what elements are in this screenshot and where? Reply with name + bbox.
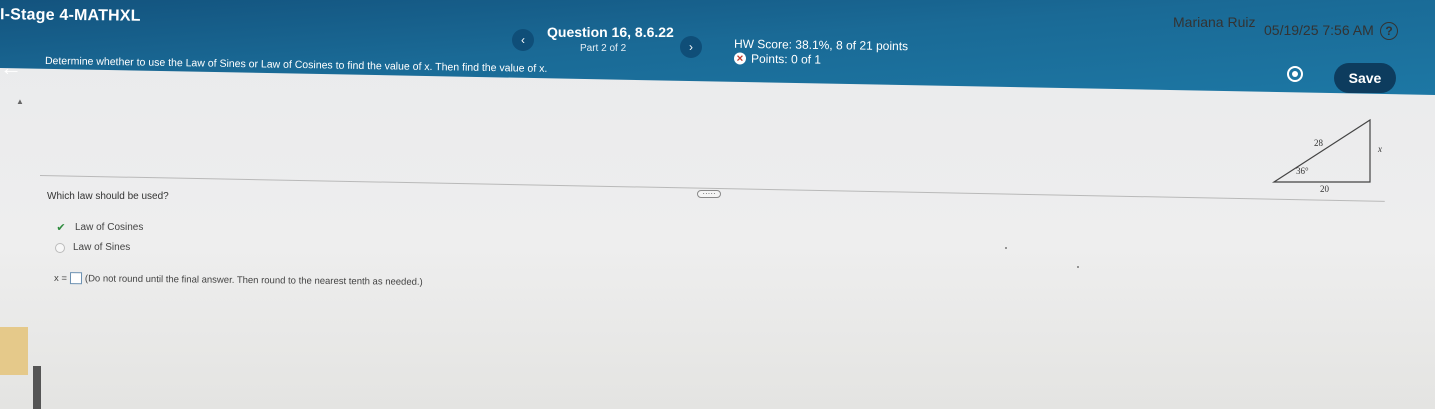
x-circle-icon: ✕ bbox=[733, 52, 747, 65]
answer-prefix: x = bbox=[53, 272, 67, 284]
side-label-20: 20 bbox=[1320, 184, 1330, 192]
side-tab[interactable] bbox=[0, 327, 28, 375]
option-law-of-cosines[interactable]: ✔ Law of Cosines bbox=[55, 221, 143, 234]
collapse-caret-icon[interactable]: ▲ bbox=[16, 97, 24, 106]
question-title: Question 16, 8.6.22 bbox=[547, 24, 674, 40]
app-title[interactable]: I-Stage 4-MATHXL bbox=[0, 6, 141, 25]
triangle-shape bbox=[1271, 118, 1371, 183]
option-law-of-sines[interactable]: Law of Sines bbox=[55, 242, 130, 253]
previous-question-button[interactable]: ‹ bbox=[512, 29, 534, 51]
answer-note: (Do not round until the final answer. Th… bbox=[84, 272, 423, 288]
help-icon[interactable]: ? bbox=[1380, 22, 1398, 40]
side-label-x: x bbox=[1377, 144, 1382, 154]
user-name: Mariana Ruiz bbox=[1173, 14, 1256, 30]
points-label: Points: 0 of 1 bbox=[750, 51, 822, 67]
answer-input[interactable] bbox=[69, 272, 82, 285]
answer-row: x = (Do not round until the final answer… bbox=[54, 272, 423, 288]
more-button[interactable]: ····· bbox=[697, 190, 721, 198]
points-row: ✕ Points: 0 of 1 bbox=[733, 51, 822, 67]
datetime: 05/19/25 7:56 AM bbox=[1264, 22, 1374, 38]
checkmark-icon: ✔ bbox=[56, 222, 66, 234]
speck bbox=[1077, 266, 1079, 268]
save-button[interactable]: Save bbox=[1334, 63, 1396, 93]
next-question-button[interactable]: › bbox=[680, 36, 702, 58]
option-label: Law of Sines bbox=[73, 242, 131, 253]
gear-icon[interactable] bbox=[1287, 66, 1303, 82]
question-part: Part 2 of 2 bbox=[580, 43, 627, 54]
speck bbox=[1005, 247, 1007, 249]
side-label-28: 28 bbox=[1314, 138, 1324, 148]
angle-label: 36° bbox=[1296, 166, 1309, 176]
scrollbar[interactable] bbox=[33, 366, 41, 409]
question-prompt: Which law should be used? bbox=[47, 191, 169, 202]
back-arrow-icon[interactable]: ← bbox=[0, 55, 22, 81]
option-label: Law of Cosines bbox=[75, 222, 144, 233]
radio-button[interactable] bbox=[55, 242, 65, 253]
triangle-figure: 28 x 20 36° bbox=[1271, 118, 1382, 192]
hw-score: HW Score: 38.1%, 8 of 21 points bbox=[733, 36, 909, 54]
